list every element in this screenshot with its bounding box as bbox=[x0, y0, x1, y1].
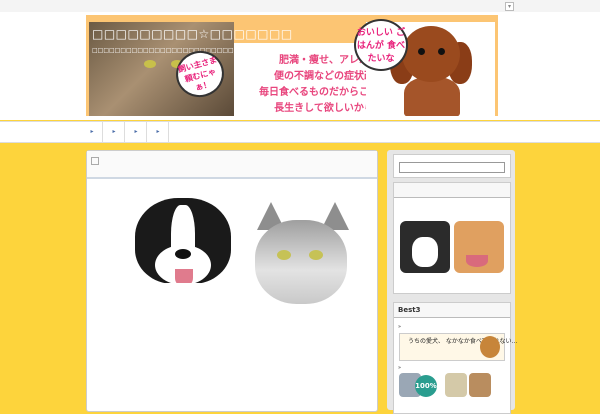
main-content bbox=[86, 150, 378, 412]
header-banner[interactable]: □□□□□□□□□☆□□□□□□□ □□□□□□□□□□□□□□□□□□□□□□… bbox=[86, 15, 498, 116]
post-icon bbox=[91, 157, 99, 165]
bullet: » bbox=[398, 324, 402, 330]
image-widget bbox=[393, 182, 511, 294]
site-title[interactable]: □□□□□□□□□☆□□□□□□□ bbox=[92, 27, 293, 41]
ad-text: うちの愛犬、 なかなか食べてくれない… bbox=[408, 338, 518, 345]
ad-banner-2[interactable]: 100% bbox=[399, 373, 503, 399]
search-input[interactable] bbox=[399, 162, 505, 173]
nav-item[interactable]: ▸ bbox=[148, 122, 169, 142]
nav-item[interactable]: ▸ bbox=[104, 122, 125, 142]
cat-eye bbox=[144, 60, 156, 68]
search-widget bbox=[393, 154, 511, 178]
widget-header bbox=[394, 183, 510, 198]
percent-badge: 100% bbox=[415, 375, 437, 397]
cat-image bbox=[251, 202, 350, 309]
sidebar: Best3 » うちの愛犬、 なかなか食べてくれない… » 100% bbox=[387, 150, 518, 414]
nav-item[interactable]: ▸ bbox=[82, 122, 103, 142]
ad-banner[interactable]: うちの愛犬、 なかなか食べてくれない… bbox=[399, 333, 518, 361]
best3-title: Best3 bbox=[394, 303, 510, 318]
best3-widget: Best3 » うちの愛犬、 なかなか食べてくれない… » 100% bbox=[393, 302, 518, 414]
post-title-bar bbox=[87, 151, 377, 179]
dog-speech-bubble: おいしい ごはんが 食べたいな bbox=[354, 19, 408, 71]
nav-item[interactable]: ▸ bbox=[126, 122, 147, 142]
nav-bar: ▸ ▸ ▸ ▸ bbox=[0, 121, 600, 143]
dog-cat-photo bbox=[113, 188, 350, 309]
puppy-icon bbox=[480, 336, 500, 358]
dog-image bbox=[121, 193, 247, 309]
pets-image[interactable] bbox=[400, 221, 504, 273]
header-area: □□□□□□□□□☆□□□□□□□ □□□□□□□□□□□□□□□□□□□□□□… bbox=[0, 12, 600, 120]
window-corner-icon[interactable]: ▾ bbox=[505, 2, 514, 11]
bullet: » bbox=[398, 365, 402, 371]
